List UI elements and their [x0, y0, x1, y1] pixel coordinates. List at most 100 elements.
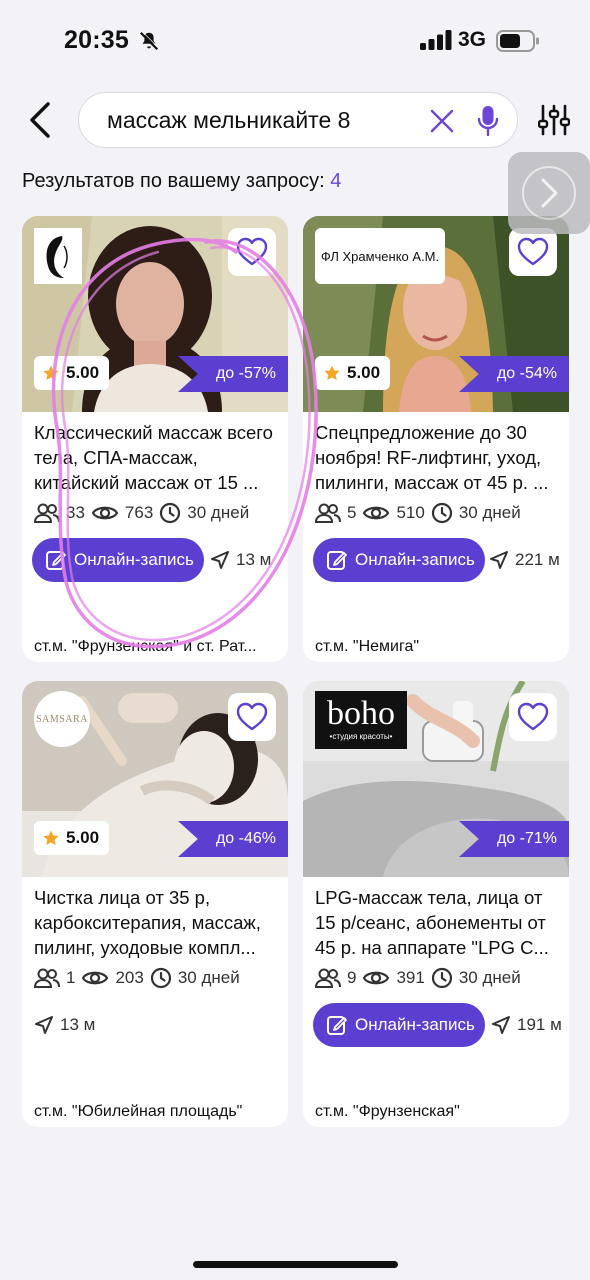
filters-icon[interactable] — [538, 104, 570, 136]
salon-logo: SAMSARA — [34, 691, 90, 747]
results-label: Результатов по вашему запросу: — [22, 170, 325, 192]
heart-icon — [236, 702, 268, 731]
clock-icon — [150, 967, 171, 989]
duration: 30 дней — [187, 503, 250, 522]
offer-card[interactable]: boho •студия красоты• до -71% LPG-массаж… — [303, 681, 569, 1127]
signal-icon — [420, 30, 452, 50]
salon-logo-text: boho — [327, 695, 395, 732]
bell-muted-icon — [139, 31, 159, 51]
navigation-arrow-icon — [490, 551, 508, 569]
metro-station: ст.м. "Юбилейная площадь" — [34, 1103, 243, 1120]
heart-icon — [517, 237, 549, 266]
heart-icon — [517, 702, 549, 731]
booking-label: Онлайн-запись — [355, 550, 475, 569]
visitors-count: 33 — [66, 503, 85, 522]
duration: 30 дней — [458, 968, 521, 987]
chevron-right-icon — [522, 166, 576, 220]
metro-station: ст.м. "Немига" — [315, 638, 420, 655]
people-icon — [315, 968, 341, 988]
offer-stats: 1 203 30 дней — [34, 965, 240, 991]
results-number: 4 — [330, 170, 342, 192]
star-icon — [324, 365, 340, 381]
results-count: Результатов по вашему запросу: 4 — [22, 170, 341, 193]
duration: 30 дней — [177, 968, 240, 987]
favorite-button[interactable] — [509, 693, 557, 741]
offer-title: Спецпредложение до 30 ноября! RF-лифтинг… — [315, 422, 549, 493]
back-arrow-icon[interactable] — [24, 100, 58, 140]
offer-stats: 33 763 30 дней — [34, 500, 249, 526]
offer-stats: 9 391 30 дней — [315, 965, 521, 991]
favorite-button[interactable] — [509, 228, 557, 276]
booking-label: Онлайн-запись — [74, 550, 194, 569]
heart-icon — [236, 237, 268, 266]
duration: 30 дней — [458, 503, 521, 522]
distance-value: 221 м — [515, 550, 560, 569]
favorite-button[interactable] — [228, 693, 276, 741]
distance-value: 13 м — [60, 1015, 96, 1034]
rating-value: 5.00 — [66, 828, 100, 847]
distance: 13 м — [34, 1015, 95, 1035]
clear-icon[interactable] — [429, 108, 455, 134]
online-booking-button[interactable]: Онлайн-запись — [313, 1003, 485, 1047]
views-count: 203 — [115, 968, 144, 987]
booking-label: Онлайн-запись — [355, 1015, 475, 1034]
offer-card[interactable]: SAMSARA 5.00 до -46% Чистка лица от 35 р… — [22, 681, 288, 1127]
eye-icon — [363, 506, 390, 520]
offer-photo: SAMSARA 5.00 до -46% — [22, 681, 288, 877]
next-button[interactable] — [508, 152, 590, 234]
people-icon — [34, 503, 60, 523]
navigation-arrow-icon — [35, 1016, 53, 1034]
salon-logo: ФЛ Храмченко А.М. — [315, 228, 445, 284]
rating-badge: 5.00 — [315, 356, 391, 390]
offer-photo: 5.00 до -57% — [22, 216, 288, 412]
distance: 13 м — [210, 550, 271, 570]
online-booking-button[interactable]: Онлайн-запись — [313, 538, 485, 582]
eye-icon — [91, 506, 119, 520]
home-indicator — [193, 1261, 398, 1268]
visitors-count: 5 — [347, 503, 357, 522]
rating-badge: 5.00 — [34, 356, 110, 390]
visitors-count: 9 — [347, 968, 357, 987]
views-count: 391 — [396, 968, 425, 987]
navigation-arrow-icon — [492, 1016, 510, 1034]
battery-icon — [496, 30, 539, 52]
online-booking-button[interactable]: Онлайн-запись — [32, 538, 204, 582]
search-input[interactable]: массаж мельникайте 8 — [107, 107, 350, 134]
offer-photo: ФЛ Храмченко А.М. 5.00 до -54% — [303, 216, 569, 412]
salon-logo-text: ФЛ Храмченко А.М. — [320, 248, 440, 264]
edit-icon — [46, 551, 66, 570]
salon-logo: boho •студия красоты• — [315, 691, 407, 749]
distance: 191 м — [491, 1015, 562, 1035]
favorite-button[interactable] — [228, 228, 276, 276]
people-icon — [34, 968, 60, 988]
offer-stats: 5 510 30 дней — [315, 500, 521, 526]
offer-card[interactable]: 5.00 до -57% Классический массаж всего т… — [22, 216, 288, 662]
rating-badge: 5.00 — [34, 821, 110, 855]
microphone-icon[interactable] — [477, 105, 499, 137]
views-count: 763 — [124, 503, 154, 522]
search-field[interactable]: массаж мельникайте 8 — [78, 92, 518, 148]
status-bar: 20:35 3G — [0, 0, 590, 80]
star-icon — [43, 365, 59, 381]
metro-station: ст.м. "Фрунзенская" и ст. Рат... — [34, 638, 257, 655]
rating-value: 5.00 — [66, 363, 100, 382]
edit-icon — [327, 551, 347, 570]
clock-icon — [431, 967, 452, 989]
rating-value: 5.00 — [347, 363, 381, 382]
clock-icon — [160, 502, 181, 524]
offer-card[interactable]: ФЛ Храмченко А.М. 5.00 до -54% Спецпредл… — [303, 216, 569, 662]
views-count: 510 — [396, 503, 425, 522]
distance: 221 м — [489, 550, 560, 570]
navigation-arrow-icon — [211, 551, 229, 569]
distance-value: 13 м — [236, 550, 272, 569]
edit-icon — [327, 1016, 347, 1035]
salon-logo — [34, 228, 82, 284]
distance-value: 191 м — [517, 1015, 562, 1034]
network-type: 3G — [458, 28, 487, 51]
clock-icon — [431, 502, 452, 524]
offer-title: LPG-массаж тела, лица от 15 р/сеанс, або… — [315, 887, 549, 958]
offer-title: Чистка лица от 35 р, карбокситерапия, ма… — [34, 887, 261, 958]
salon-logo-subtext: •студия красоты• — [329, 732, 393, 741]
salon-logo-text: SAMSARA — [36, 713, 88, 725]
star-icon — [43, 830, 59, 846]
